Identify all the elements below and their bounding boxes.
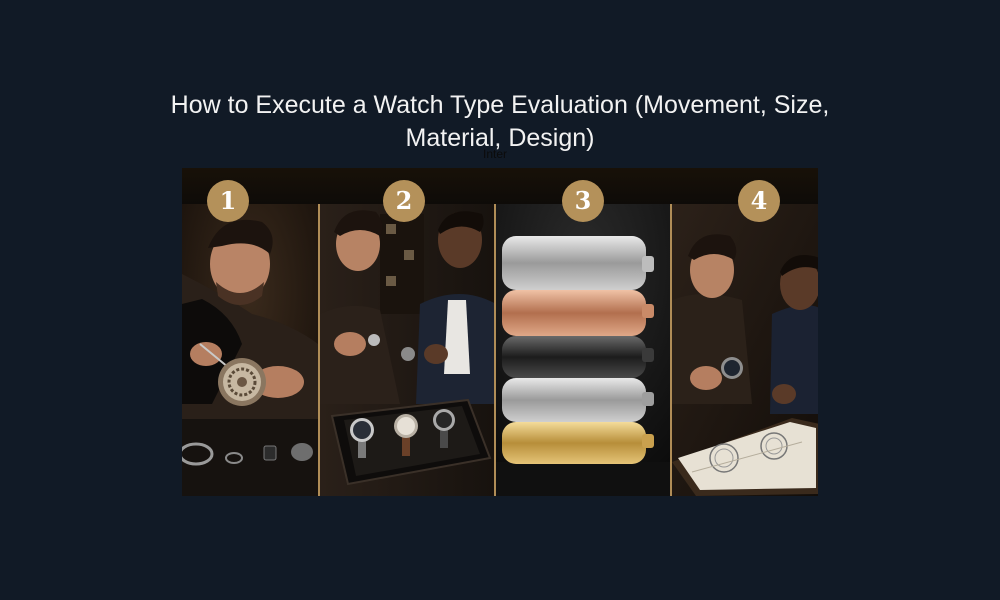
step-badge-2: 2: [383, 180, 425, 222]
step-badge-3: 3: [562, 180, 604, 222]
watch-evaluation-image-strip: 1 2 3 4: [182, 168, 818, 496]
step-badge-1: 1: [207, 180, 249, 222]
movement-inspection-illustration: [182, 204, 318, 496]
panel-size-comparison: [318, 204, 494, 496]
gold-case: [502, 422, 654, 464]
page-title: How to Execute a Watch Type Evaluation (…: [170, 91, 830, 152]
image-top-band: [182, 168, 818, 204]
rose-gold-case: [502, 290, 654, 336]
case-materials-illustration: [496, 204, 670, 496]
panel-movement-inspection: [182, 204, 318, 496]
step-badge-4: 4: [738, 180, 780, 222]
panel-design-review: [670, 204, 818, 496]
panel-case-materials: [494, 204, 670, 496]
design-review-illustration: [672, 204, 818, 496]
titanium-case: [502, 378, 654, 422]
size-comparison-illustration: [320, 204, 494, 496]
black-case: [502, 336, 654, 378]
font-label: Inter: [483, 147, 508, 161]
steel-case: [502, 236, 654, 290]
